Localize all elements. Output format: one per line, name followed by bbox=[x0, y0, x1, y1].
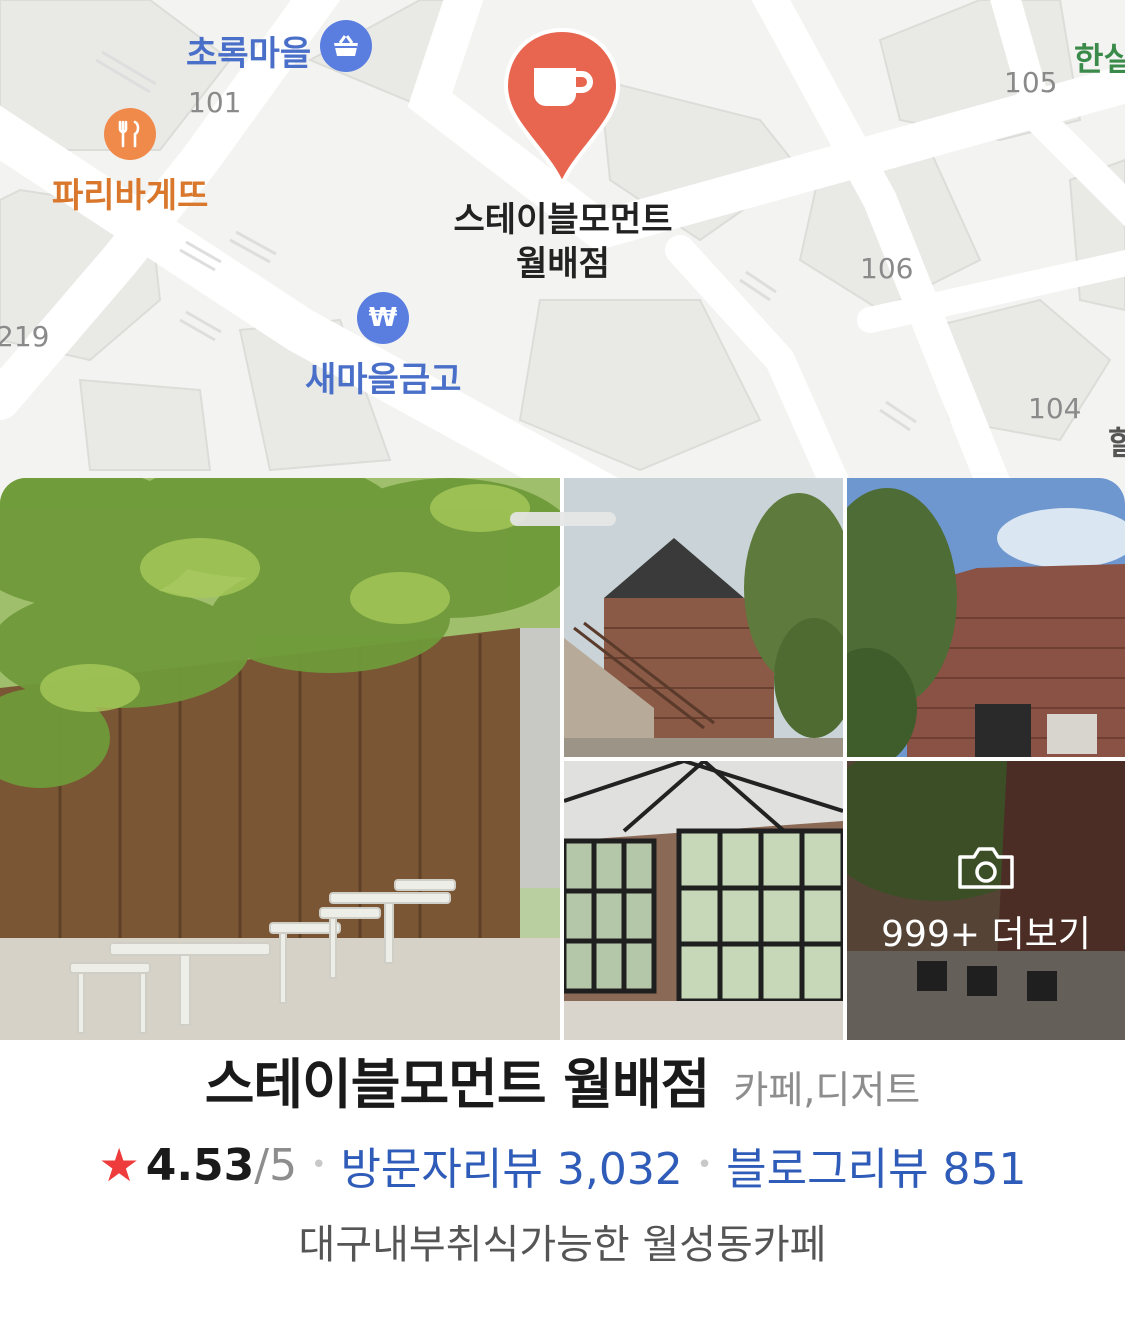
place-info: 스테이블모먼트 월배점 카페,디저트 ★ 4.53 /5 • 방문자리뷰 3,0… bbox=[0, 1040, 1125, 1270]
separator-dot: • bbox=[696, 1150, 713, 1180]
place-category: 카페,디저트 bbox=[733, 1068, 921, 1112]
camera-icon bbox=[956, 845, 1016, 891]
place-name[interactable]: 스테이블모먼트 월배점 bbox=[205, 1040, 711, 1119]
photo-interior-windows[interactable] bbox=[564, 761, 843, 1040]
photo-terrace[interactable] bbox=[0, 478, 560, 1040]
map-number-label: 101 bbox=[188, 86, 242, 119]
selected-place-label-line2: 월배점 bbox=[516, 244, 610, 284]
photo-more[interactable]: 999+ 더보기 bbox=[847, 761, 1125, 1040]
rating-row: ★ 4.53 /5 • 방문자리뷰 3,032 • 블로그리뷰 851 bbox=[0, 1130, 1125, 1200]
shopping-basket-icon[interactable] bbox=[320, 20, 372, 72]
selected-place-label-line1: 스테이블모먼트 bbox=[453, 200, 673, 240]
poi-label-chorokmaeul[interactable]: 초록마을 bbox=[186, 26, 311, 75]
rating-score: 4.53 bbox=[145, 1139, 255, 1191]
coffee-cup-icon bbox=[530, 64, 596, 118]
map-number-label: 219 bbox=[0, 320, 50, 353]
map-number-label: 106 bbox=[860, 252, 914, 285]
more-photos-label: 999+ 더보기 bbox=[881, 913, 1091, 955]
fork-knife-icon[interactable] bbox=[104, 108, 156, 160]
map-number-label: 105 bbox=[1004, 66, 1058, 99]
won-currency-icon[interactable]: ₩ bbox=[357, 292, 409, 344]
place-description: 대구내부취식가능한 월성동카페 bbox=[298, 1222, 827, 1268]
map-number-label: 104 bbox=[1028, 392, 1082, 425]
selected-place-label[interactable]: 스테이블모먼트 월배점 bbox=[440, 198, 686, 286]
map-edge-label: 할 bbox=[1108, 424, 1125, 462]
place-bottom-sheet[interactable]: 999+ 더보기 스테이블모먼트 월배점 카페,디저트 ★ 4.53 /5 • … bbox=[0, 478, 1125, 1331]
sheet-drag-handle[interactable] bbox=[510, 512, 616, 526]
more-photos-overlay[interactable]: 999+ 더보기 bbox=[847, 761, 1125, 1040]
visitor-reviews-link[interactable]: 방문자리뷰 3,032 bbox=[340, 1133, 682, 1197]
map-view[interactable]: 초록마을 파리바게뜨 ₩ 새마을금고 스테이블모먼트 월배점 101 105 1… bbox=[0, 0, 1125, 520]
photo-brick-facade[interactable] bbox=[847, 478, 1125, 757]
map-edge-label: 한실 bbox=[1074, 40, 1125, 78]
blog-reviews-link[interactable]: 블로그리뷰 851 bbox=[726, 1133, 1026, 1197]
poi-label-saemaeul-bank[interactable]: 새마을금고 bbox=[305, 352, 461, 401]
star-icon: ★ bbox=[98, 1138, 140, 1192]
rating-max: /5 bbox=[254, 1139, 298, 1191]
separator-dot: • bbox=[311, 1150, 327, 1180]
poi-label-paris-baguette[interactable]: 파리바게뜨 bbox=[52, 168, 208, 217]
selected-place-pin[interactable] bbox=[502, 26, 622, 191]
title-row: 스테이블모먼트 월배점 카페,디저트 bbox=[0, 1040, 1125, 1130]
